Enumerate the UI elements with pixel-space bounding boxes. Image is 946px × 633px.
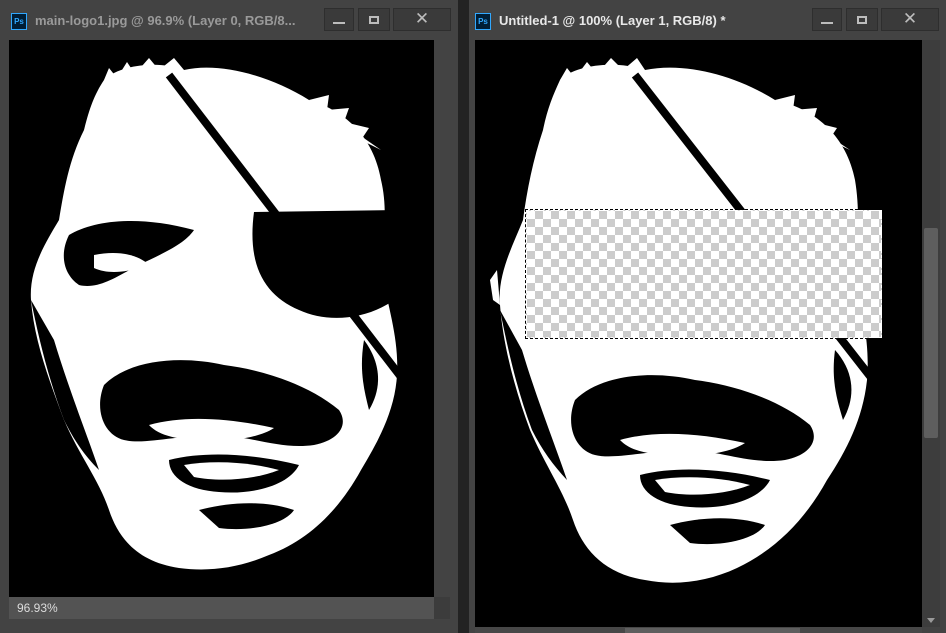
status-bar: 96.93% [9,597,434,619]
close-icon: ✕ [414,9,430,29]
scroll-corner [434,597,450,619]
maximize-icon [369,15,379,24]
document-title: main-logo1.jpg @ 96.9% (Layer 0, RGB/8..… [35,13,296,28]
document-titlebar[interactable]: Ps Untitled-1 @ 100% (Layer 1, RGB/8) * … [469,0,946,40]
document-title: Untitled-1 @ 100% (Layer 1, RGB/8) * [499,13,726,28]
horizontal-scroll-thumb[interactable] [625,628,800,633]
scroll-down-arrow-icon[interactable] [927,618,935,623]
document-window-left: Ps main-logo1.jpg @ 96.9% (Layer 0, RGB/… [0,0,458,633]
scroll-thumb[interactable] [924,228,938,438]
horizontal-scrollbar[interactable] [475,627,922,633]
transparent-selection[interactable] [525,209,883,339]
close-icon: ✕ [902,9,918,29]
face-artwork [30,58,405,570]
vertical-scrollbar[interactable] [922,40,940,627]
workspace-gap [458,0,469,633]
photoshop-icon: Ps [11,13,27,30]
minimize-button[interactable] [812,8,842,31]
zoom-level[interactable]: 96.93% [17,601,58,615]
minimize-icon [333,21,345,24]
close-button[interactable]: ✕ [881,8,939,31]
maximize-button[interactable] [846,8,878,31]
document-canvas[interactable] [9,40,434,597]
document-window-right: Ps Untitled-1 @ 100% (Layer 1, RGB/8) * … [469,0,946,633]
maximize-button[interactable] [358,8,390,31]
document-canvas[interactable] [475,40,922,627]
photoshop-icon: Ps [475,13,491,30]
maximize-icon [857,15,867,24]
close-button[interactable]: ✕ [393,8,451,31]
minimize-button[interactable] [324,8,354,31]
minimize-icon [821,21,833,24]
document-titlebar[interactable]: Ps main-logo1.jpg @ 96.9% (Layer 0, RGB/… [0,0,458,40]
